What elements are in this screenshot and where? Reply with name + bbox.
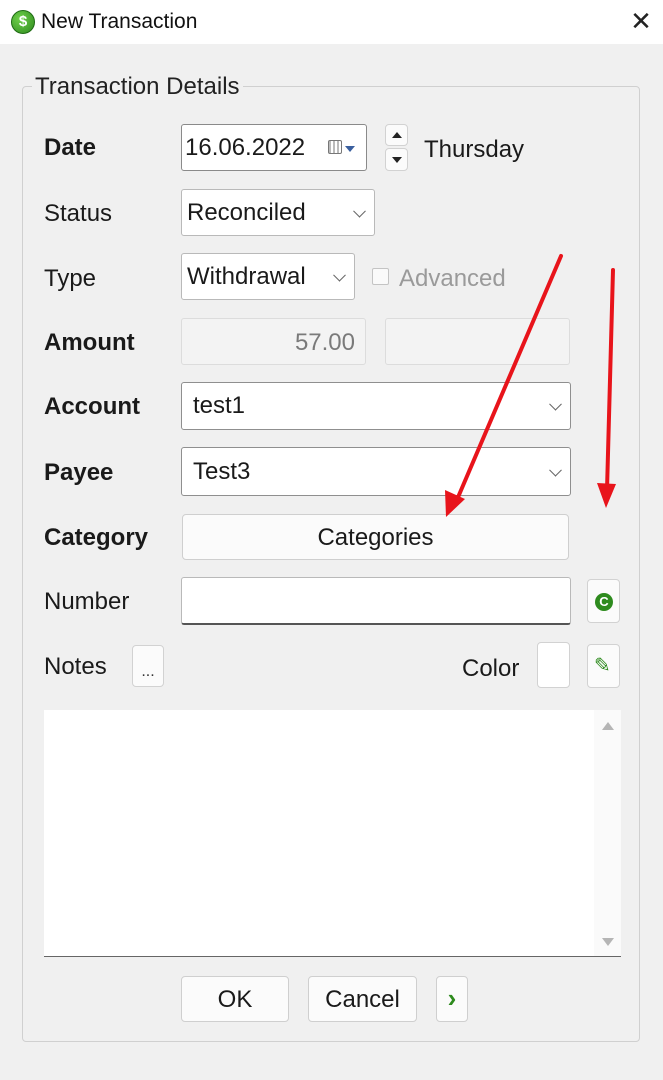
scrollbar[interactable]	[594, 710, 621, 956]
window-title: New Transaction	[41, 10, 198, 33]
amount-field: 57.00	[181, 318, 366, 365]
payee-value: Test3	[193, 457, 251, 485]
advanced-checkbox[interactable]	[372, 268, 389, 285]
calendar-dropdown-icon[interactable]	[345, 146, 355, 152]
status-select[interactable]: Reconciled	[181, 189, 375, 236]
notes-expand-button[interactable]: ...	[132, 645, 164, 687]
account-value: test1	[193, 392, 246, 419]
payee-label: Payee	[44, 459, 114, 486]
categories-button[interactable]: Categories	[182, 514, 569, 560]
ok-button[interactable]: OK	[181, 976, 289, 1022]
status-label: Status	[44, 200, 113, 227]
amount-secondary-field	[385, 318, 570, 365]
dollar-icon: $	[11, 10, 35, 34]
date-increment-button[interactable]	[385, 124, 408, 146]
date-label: Date	[44, 134, 97, 161]
date-decrement-button[interactable]	[385, 148, 408, 171]
payee-select[interactable]: Test3	[181, 447, 571, 496]
more-options-button[interactable]: ›	[436, 976, 468, 1022]
number-input[interactable]	[181, 577, 571, 625]
color-label: Color	[462, 655, 520, 682]
type-value: Withdrawal	[187, 262, 306, 290]
number-label: Number	[44, 588, 130, 615]
arrow-up-icon	[392, 132, 402, 138]
weekday-label: Thursday	[424, 136, 525, 163]
notes-textarea[interactable]	[44, 710, 621, 957]
status-value: Reconciled	[187, 198, 306, 226]
scroll-down-icon[interactable]	[602, 938, 614, 946]
title-bar: $ New Transaction ✕	[0, 0, 663, 44]
type-select[interactable]: Withdrawal	[181, 253, 355, 300]
date-picker[interactable]: 16.06.2022	[181, 124, 367, 171]
close-button[interactable]: ✕	[624, 6, 658, 38]
refresh-icon: C	[595, 593, 613, 611]
chevron-down-icon	[549, 397, 562, 411]
calendar-icon[interactable]	[328, 140, 342, 154]
date-value: 16.06.2022	[185, 133, 306, 161]
paperclip-icon: ✎	[594, 655, 611, 677]
chevron-down-icon	[549, 463, 562, 477]
attachment-button[interactable]: ✎	[587, 644, 620, 688]
advanced-label: Advanced	[399, 265, 506, 292]
refresh-number-button[interactable]: C	[587, 579, 620, 623]
cancel-button[interactable]: Cancel	[308, 976, 417, 1022]
color-swatch-button[interactable]	[537, 642, 570, 688]
type-label: Type	[44, 265, 97, 292]
amount-value: 57.00	[294, 329, 355, 356]
chevron-down-icon	[353, 204, 366, 218]
arrow-down-icon	[392, 157, 402, 163]
scroll-up-icon[interactable]	[602, 722, 614, 730]
amount-label: Amount	[44, 329, 135, 356]
chevron-down-icon	[333, 268, 346, 282]
category-label: Category	[44, 524, 149, 551]
group-legend: Transaction Details	[32, 73, 243, 101]
account-label: Account	[44, 393, 140, 420]
notes-label: Notes	[44, 653, 107, 680]
account-select[interactable]: test1	[181, 382, 571, 430]
